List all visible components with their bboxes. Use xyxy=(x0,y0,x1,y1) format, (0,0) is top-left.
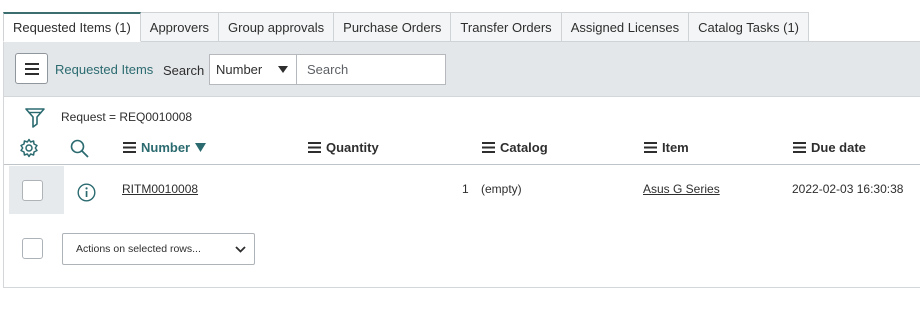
search-placeholder: Search xyxy=(307,62,349,77)
header-divider xyxy=(4,164,920,165)
search-input[interactable]: Search xyxy=(296,54,446,85)
actions-label: Actions on selected rows... xyxy=(76,243,201,255)
tab-transfer-orders[interactable]: Transfer Orders xyxy=(451,12,562,42)
search-icon[interactable] xyxy=(70,139,89,158)
filter-breadcrumb[interactable]: Request = REQ0010008 xyxy=(61,110,192,124)
column-header-number[interactable]: Number xyxy=(123,140,207,155)
search-field-value: Number xyxy=(216,62,263,77)
column-label: Catalog xyxy=(500,140,548,155)
column-menu-icon[interactable] xyxy=(482,142,495,153)
tab-group-approvals[interactable]: Group approvals xyxy=(219,12,335,42)
column-header-catalog[interactable]: Catalog xyxy=(482,140,548,155)
tab-catalog-tasks[interactable]: Catalog Tasks (1) xyxy=(689,12,810,42)
tab-label: Transfer Orders xyxy=(460,19,552,35)
column-label: Quantity xyxy=(326,140,379,155)
filter-icon[interactable] xyxy=(25,107,45,129)
cell-number-link[interactable]: RITM0010008 xyxy=(122,182,198,196)
column-menu-icon[interactable] xyxy=(308,142,321,153)
panel-border-bottom xyxy=(3,287,920,288)
list-menu-button[interactable] xyxy=(15,53,48,84)
related-list-tabs: Requested Items (1) Approvers Group appr… xyxy=(3,12,810,42)
list-header-bar: Requested Items Search Number Search xyxy=(4,42,920,97)
row-checkbox[interactable] xyxy=(22,180,43,201)
column-label: Number xyxy=(141,140,191,155)
cell-due-date: 2022-02-03 16:30:38 xyxy=(792,182,904,196)
tab-label: Requested Items (1) xyxy=(13,20,131,35)
tab-approvers[interactable]: Approvers xyxy=(140,12,220,42)
list-title: Requested Items xyxy=(55,62,154,77)
actions-select[interactable]: Actions on selected rows... xyxy=(62,233,255,265)
tab-assigned-licenses[interactable]: Assigned Licenses xyxy=(561,12,690,42)
gear-icon[interactable] xyxy=(19,138,39,158)
tab-label: Purchase Orders xyxy=(343,19,442,35)
cell-catalog: (empty) xyxy=(481,182,522,196)
column-header-item[interactable]: Item xyxy=(644,140,689,155)
chevron-down-icon xyxy=(235,246,246,253)
cell-item-link[interactable]: Asus G Series xyxy=(643,182,720,196)
info-icon[interactable] xyxy=(77,183,96,202)
cell-quantity: 1 xyxy=(462,182,469,196)
tab-label: Group approvals xyxy=(228,19,325,35)
tab-label: Catalog Tasks (1) xyxy=(698,19,800,35)
select-all-checkbox[interactable] xyxy=(22,238,43,259)
tab-label: Assigned Licenses xyxy=(570,19,680,35)
column-menu-icon[interactable] xyxy=(123,142,136,153)
chevron-down-icon xyxy=(278,66,288,73)
column-header-due-date[interactable]: Due date xyxy=(793,140,866,155)
column-label: Due date xyxy=(811,140,866,155)
column-label: Item xyxy=(662,140,689,155)
tab-purchase-orders[interactable]: Purchase Orders xyxy=(334,12,452,42)
search-field-select[interactable]: Number xyxy=(209,54,297,85)
sort-down-icon xyxy=(195,143,207,152)
column-header-quantity[interactable]: Quantity xyxy=(308,140,379,155)
search-label: Search xyxy=(163,63,205,78)
column-menu-icon[interactable] xyxy=(793,142,806,153)
menu-icon xyxy=(24,62,39,75)
column-menu-icon[interactable] xyxy=(644,142,657,153)
tab-requested-items[interactable]: Requested Items (1) xyxy=(3,12,141,42)
tab-label: Approvers xyxy=(149,19,210,35)
